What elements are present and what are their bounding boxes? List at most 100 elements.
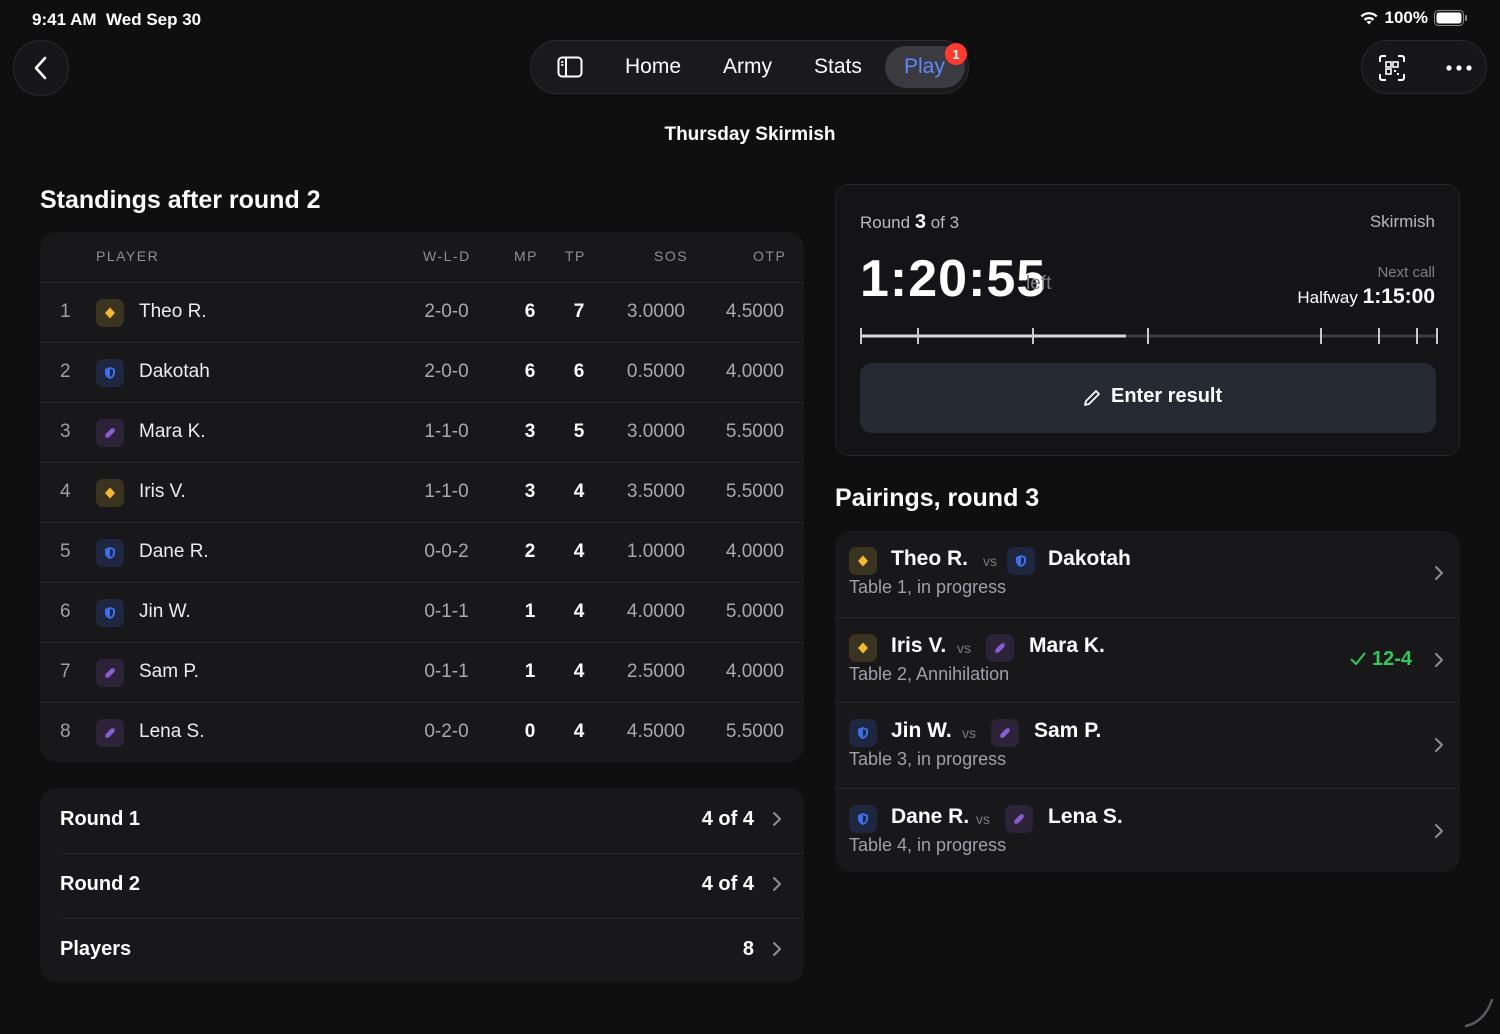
- strength-of-schedule: 3.0000: [626, 421, 685, 442]
- player-one-name: Dane R.: [891, 804, 970, 828]
- pairings-title: Pairings, round 3: [835, 484, 1040, 512]
- vs-label: vs: [976, 810, 990, 827]
- round-row-2[interactable]: Round 2 4 of 4: [40, 853, 804, 918]
- tournament-points: 5: [573, 421, 585, 442]
- rank: 4: [60, 481, 71, 502]
- battery-icon: [1434, 10, 1467, 26]
- faction-blue-icon: [96, 599, 124, 627]
- vs-label: vs: [983, 553, 997, 569]
- chevron-left-icon: [34, 56, 47, 80]
- record: 2-0-0: [424, 301, 469, 322]
- strength-of-schedule: 3.5000: [626, 481, 685, 502]
- round-row-3[interactable]: Players 8: [40, 918, 804, 983]
- header-mp: MP: [514, 248, 538, 264]
- sidebar-toggle-icon[interactable]: [557, 56, 583, 78]
- player-two-name: Lena S.: [1048, 804, 1123, 828]
- opponent-tp: 4.0000: [725, 661, 784, 682]
- match-points: 3: [524, 481, 536, 502]
- round-suffix: of 3: [930, 213, 960, 232]
- resize-handle-icon[interactable]: [1462, 996, 1496, 1030]
- player-name: Jin W.: [139, 601, 191, 622]
- faction-gold-icon: [96, 299, 124, 327]
- faction-blue-icon: [96, 539, 124, 567]
- tab-home[interactable]: Home: [625, 55, 681, 79]
- vs-label: vs: [957, 639, 971, 656]
- pairing-row[interactable]: Theo R. vs Dakotah Table 1, in progress: [835, 531, 1460, 616]
- faction-gold-icon: [849, 633, 877, 662]
- match-points: 6: [524, 361, 536, 382]
- status-indicators: 100%: [1359, 8, 1468, 28]
- player-one-name: Theo R.: [891, 547, 968, 570]
- strength-of-schedule: 1.0000: [626, 541, 685, 562]
- pairing-row[interactable]: Jin W. vs Sam P. Table 3, in progress: [835, 702, 1460, 788]
- faction-gold-icon: [849, 547, 877, 575]
- round-progress-bar: [860, 328, 1438, 344]
- table-status: Table 2, Annihilation: [849, 663, 1010, 684]
- tournament-points: 4: [573, 601, 585, 622]
- faction-blue-icon: [96, 359, 124, 387]
- row-label: Round 1: [60, 808, 140, 830]
- match-points: 1: [524, 601, 536, 622]
- header-player: PLAYER: [96, 248, 160, 264]
- standings-row: 8 Lena S. 0-2-0 0 4 4.5000 5.5000: [40, 702, 804, 763]
- checkmark-icon: [1350, 652, 1366, 665]
- strength-of-schedule: 3.0000: [626, 301, 685, 322]
- round-indicator: Round 3 of 3: [860, 211, 959, 234]
- battery-percent: 100%: [1384, 8, 1428, 27]
- standings-row: 7 Sam P. 0-1-1 1 4 2.5000 4.0000: [40, 642, 804, 703]
- opponent-tp: 5.5000: [725, 481, 784, 502]
- player-name: Iris V.: [139, 481, 186, 502]
- match-points: 2: [524, 541, 536, 562]
- opponent-tp: 5.5000: [725, 721, 784, 742]
- faction-purple-icon: [96, 719, 124, 747]
- round-row-1[interactable]: Round 1 4 of 4: [40, 788, 804, 853]
- pairings-list: Theo R. vs Dakotah Table 1, in progress Iris…: [835, 531, 1460, 872]
- header-sos: SOS: [654, 248, 689, 264]
- enter-result-label: Enter result: [1111, 385, 1223, 407]
- clock-time: 9:41 AM: [32, 10, 97, 29]
- row-label: Players: [60, 938, 132, 960]
- time-left: 1:20:55: [860, 250, 1047, 308]
- pairing-row[interactable]: Iris V. vs Mara K. Table 2, Annihilation 12-…: [835, 616, 1460, 703]
- scan-qr-icon[interactable]: [1378, 54, 1406, 82]
- record: 0-2-0: [424, 721, 469, 742]
- player-two-name: Sam P.: [1034, 719, 1102, 742]
- strength-of-schedule: 2.5000: [626, 661, 685, 682]
- rank: 2: [60, 361, 71, 382]
- player-name: Mara K.: [139, 421, 206, 442]
- table-status: Table 3, in progress: [849, 749, 1007, 769]
- faction-blue-icon: [849, 804, 877, 833]
- next-call-time: 1:15:00: [1362, 285, 1435, 308]
- record: 2-0-0: [424, 361, 469, 382]
- chevron-right-icon: [772, 811, 782, 832]
- faction-blue-icon: [849, 719, 877, 747]
- status-bar: 9:41 AM Wed Sep 30 100%: [0, 0, 1500, 40]
- standings-row: 5 Dane R. 0-0-2 2 4 1.0000 4.0000: [40, 522, 804, 583]
- tournament-points: 4: [573, 661, 585, 682]
- result-score: 12-4: [1371, 647, 1412, 670]
- more-icon[interactable]: [1446, 65, 1472, 71]
- round-prefix: Round: [860, 213, 911, 232]
- rank: 6: [60, 601, 71, 622]
- faction-gold-icon: [96, 479, 124, 507]
- tab-play-label: Play: [904, 55, 945, 78]
- rank: 3: [60, 421, 71, 442]
- pairing-row[interactable]: Dane R. vs Lena S. Table 4, in progress: [835, 787, 1460, 874]
- back-button[interactable]: [13, 40, 69, 96]
- rounds-list: Round 1 4 of 4 Round 2 4 of 4 Players 8: [40, 788, 804, 982]
- left-label: left: [1026, 273, 1052, 294]
- player-name: Lena S.: [139, 721, 205, 742]
- tab-stats[interactable]: Stats: [814, 55, 862, 79]
- enter-result-button[interactable]: Enter result: [860, 363, 1436, 433]
- chevron-right-icon: [1434, 565, 1444, 586]
- rank: 5: [60, 541, 71, 562]
- standings-row: 2 Dakotah 2-0-0 6 6 0.5000 4.0000: [40, 342, 804, 403]
- tab-army[interactable]: Army: [723, 55, 772, 79]
- chevron-right-icon: [1434, 823, 1444, 844]
- wifi-icon: [1360, 12, 1378, 25]
- toolbar-actions: [1361, 40, 1487, 94]
- table-status: Table 4, in progress: [849, 834, 1007, 855]
- record: 0-0-2: [424, 541, 469, 562]
- standings-row: 6 Jin W. 0-1-1 1 4 4.0000 5.0000: [40, 582, 804, 643]
- standings-table: PLAYER W-L-D MP TP SOS OTP 1 Theo R. 2-0-0…: [40, 232, 804, 762]
